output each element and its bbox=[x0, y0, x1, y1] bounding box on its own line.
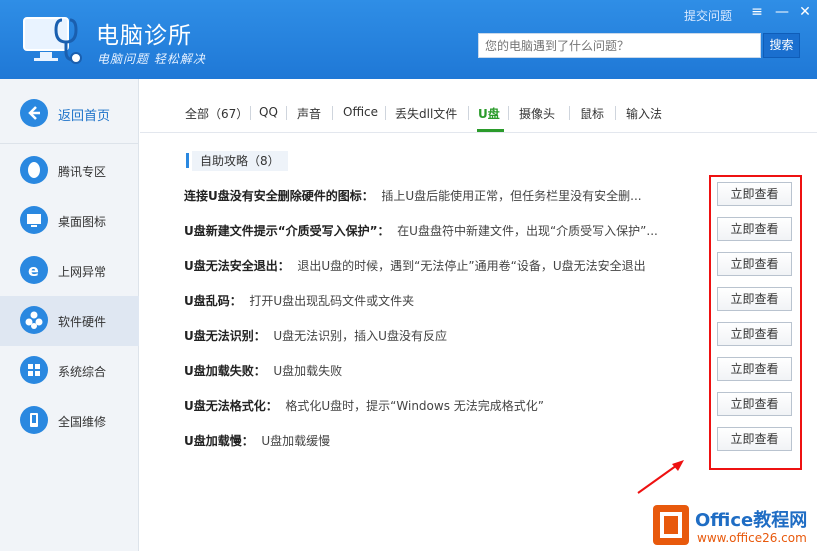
watermark: Office教程网 www.office26.com bbox=[653, 503, 817, 551]
app-title: 电脑诊所 bbox=[96, 23, 192, 49]
article-row: 连接U盘没有安全删除硬件的图标： 插上U盘后能使用正常，但任务栏里没有安全删..… bbox=[184, 187, 684, 204]
annotation-arrow-icon bbox=[637, 460, 684, 494]
article-description: U盘无法识别，插入U盘没有反应 bbox=[273, 329, 447, 343]
tab-camera[interactable]: 摄像头 bbox=[519, 105, 555, 122]
penguin-icon bbox=[20, 156, 48, 184]
watermark-title: Office教程网 bbox=[695, 510, 808, 531]
sidebar-item-tencent[interactable]: 腾讯专区 bbox=[0, 146, 139, 196]
article-question: U盘无法格式化： bbox=[184, 399, 278, 413]
article-question: U盘无法安全退出： bbox=[184, 259, 290, 273]
article-description: 插上U盘后能使用正常，但任务栏里没有安全删... bbox=[381, 189, 642, 203]
office-logo-icon bbox=[653, 505, 689, 545]
article-description: 格式化U盘时，提示“Windows 无法完成格式化” bbox=[285, 399, 544, 413]
sidebar-item-system[interactable]: 系统综合 bbox=[0, 346, 139, 396]
article-description: 打开U盘出现乱码文件或文件夹 bbox=[249, 294, 415, 308]
article-description: U盘加载失败 bbox=[273, 364, 343, 378]
sidebar-item-label: 全国维修 bbox=[58, 415, 107, 429]
svg-text:e: e bbox=[28, 261, 39, 280]
tab-separator bbox=[468, 106, 469, 120]
menu-icon[interactable]: ≡ bbox=[748, 3, 766, 21]
article-row: U盘新建文件提示“介质受写入保护”： 在U盘盘符中新建文件，出现“介质受写入保护… bbox=[184, 222, 684, 239]
search-button[interactable]: 搜索 bbox=[763, 33, 800, 58]
tab-separator bbox=[250, 106, 251, 120]
sidebar: 返回首页 腾讯专区 桌面图标 e 上网异常 软件硬件 系统综合 全国维修 bbox=[0, 79, 139, 551]
tab-mouse[interactable]: 鼠标 bbox=[580, 105, 604, 122]
tab-separator bbox=[332, 106, 333, 120]
ie-browser-icon: e bbox=[20, 256, 48, 284]
section-marker bbox=[186, 153, 189, 168]
report-problem-link[interactable]: 提交问题 bbox=[684, 7, 732, 24]
article-question: U盘新建文件提示“介质受写入保护”： bbox=[184, 224, 390, 238]
back-home-label: 返回首页 bbox=[58, 109, 111, 124]
sidebar-item-label: 软件硬件 bbox=[58, 315, 107, 329]
search-input[interactable] bbox=[479, 34, 760, 57]
minimize-icon[interactable]: — bbox=[773, 3, 791, 21]
tab-usb-drive[interactable]: U盘 bbox=[478, 105, 500, 122]
monitor-icon bbox=[20, 206, 48, 234]
article-question: U盘无法识别： bbox=[184, 329, 266, 343]
article-question: U盘加载失败： bbox=[184, 364, 266, 378]
app-slogan: 电脑问题 轻松解决 bbox=[97, 52, 206, 66]
stethoscope-monitor-icon bbox=[23, 17, 82, 64]
tab-separator bbox=[286, 106, 287, 120]
sidebar-item-label: 系统综合 bbox=[58, 365, 107, 379]
sidebar-item-software-hardware[interactable]: 软件硬件 bbox=[0, 296, 139, 346]
sidebar-divider bbox=[0, 143, 139, 144]
close-icon[interactable]: ✕ bbox=[796, 3, 814, 21]
windows-icon bbox=[20, 356, 48, 384]
sidebar-item-label: 腾讯专区 bbox=[58, 165, 107, 179]
article-question: U盘加载慢： bbox=[184, 434, 254, 448]
article-row: U盘加载慢： U盘加载缓慢 bbox=[184, 432, 684, 449]
sidebar-item-repair[interactable]: 全国维修 bbox=[0, 396, 139, 446]
tab-missing-dll[interactable]: 丢失dll文件 bbox=[395, 105, 457, 122]
software-hardware-icon bbox=[20, 306, 48, 334]
back-home-button[interactable]: 返回首页 bbox=[0, 89, 139, 139]
article-row: U盘乱码： 打开U盘出现乱码文件或文件夹 bbox=[184, 292, 684, 309]
title-bar: 电脑诊所 电脑问题 轻松解决 提交问题 ≡ — ✕ 搜索 bbox=[0, 0, 817, 79]
tab-office[interactable]: Office bbox=[343, 105, 378, 119]
tab-qq[interactable]: QQ bbox=[259, 105, 278, 119]
watermark-url: www.office26.com bbox=[697, 531, 807, 545]
tab-sound[interactable]: 声音 bbox=[297, 105, 321, 122]
section-title: 自助攻略（8） bbox=[192, 151, 288, 171]
tab-input-method[interactable]: 输入法 bbox=[626, 105, 662, 122]
tab-all[interactable]: 全部（67） bbox=[185, 105, 248, 122]
repair-phone-icon bbox=[20, 406, 48, 434]
tab-separator bbox=[385, 106, 386, 120]
sidebar-item-desktop-icons[interactable]: 桌面图标 bbox=[0, 196, 139, 246]
highlight-box bbox=[709, 175, 802, 470]
active-tab-indicator bbox=[477, 129, 504, 132]
category-tabs: 全部（67） QQ 声音 Office 丢失dll文件 U盘 摄像头 鼠标 输入… bbox=[140, 95, 817, 133]
sidebar-item-label: 桌面图标 bbox=[58, 215, 107, 229]
article-question: 连接U盘没有安全删除硬件的图标： bbox=[184, 189, 374, 203]
article-description: 在U盘盘符中新建文件，出现“介质受写入保护”... bbox=[397, 224, 658, 238]
sidebar-item-internet[interactable]: e 上网异常 bbox=[0, 246, 139, 296]
article-row: U盘无法格式化： 格式化U盘时，提示“Windows 无法完成格式化” bbox=[184, 397, 684, 414]
search-box bbox=[478, 33, 761, 58]
tab-separator bbox=[569, 106, 570, 120]
article-row: U盘无法安全退出： 退出U盘的时候，遇到“无法停止”通用卷“设备，U盘无法安全退… bbox=[184, 257, 684, 274]
article-description: 退出U盘的时候，遇到“无法停止”通用卷“设备，U盘无法安全退出 bbox=[297, 259, 646, 273]
article-row: U盘无法识别： U盘无法识别，插入U盘没有反应 bbox=[184, 327, 684, 344]
sidebar-item-label: 上网异常 bbox=[58, 265, 107, 279]
article-description: U盘加载缓慢 bbox=[261, 434, 331, 448]
tab-separator bbox=[508, 106, 509, 120]
back-arrow-icon bbox=[20, 99, 48, 127]
article-question: U盘乱码： bbox=[184, 294, 242, 308]
tab-separator bbox=[615, 106, 616, 120]
article-row: U盘加载失败： U盘加载失败 bbox=[184, 362, 684, 379]
